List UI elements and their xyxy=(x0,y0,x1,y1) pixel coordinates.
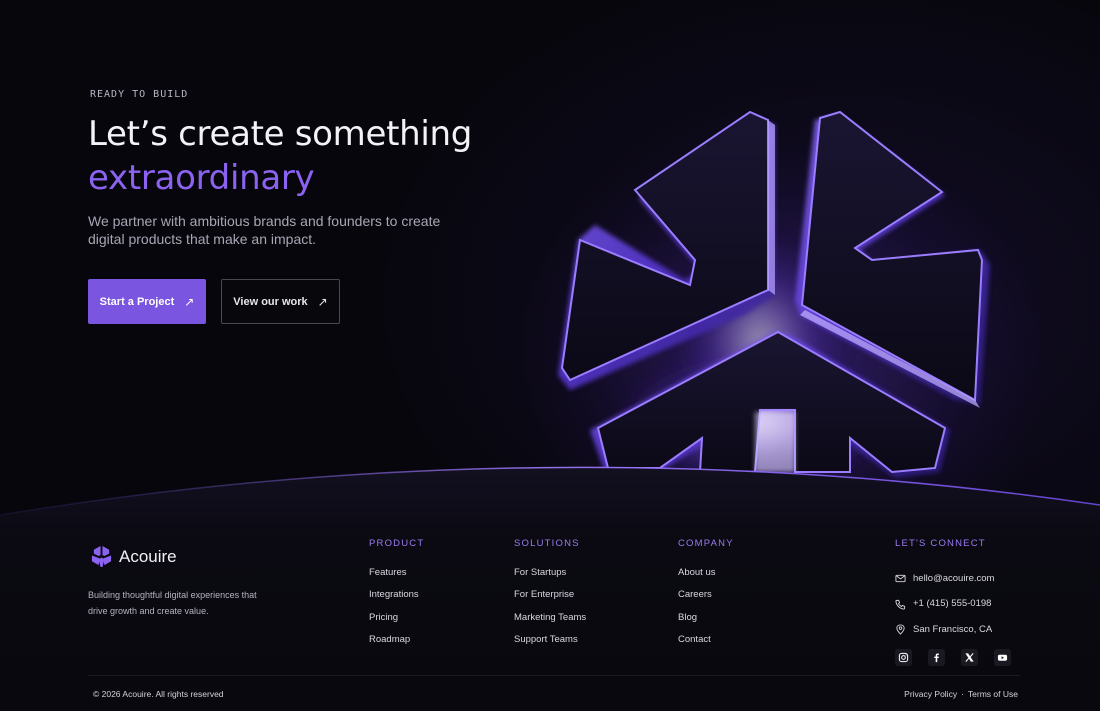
brand-name: Acouire xyxy=(119,546,177,566)
youtube-icon[interactable] xyxy=(994,648,1011,666)
footer-link-support-teams[interactable]: Support Teams xyxy=(514,633,586,655)
footer-link-for-startups[interactable]: For Startups xyxy=(514,566,586,588)
social-links xyxy=(895,648,1011,666)
copyright-text: © 2026 Acouire. All rights reserved xyxy=(93,689,224,699)
acouire-logo-icon xyxy=(91,545,112,568)
view-work-button[interactable]: View our work ↗ xyxy=(221,279,340,324)
footer-link-marketing-teams[interactable]: Marketing Teams xyxy=(514,611,586,633)
phone-text: +1 (415) 555-0198 xyxy=(913,598,992,610)
footer-link-pricing[interactable]: Pricing xyxy=(369,611,424,633)
footer-link-features[interactable]: Features xyxy=(369,566,424,588)
hero-eyebrow: READY TO BUILD xyxy=(90,89,189,100)
footer-link-roadmap[interactable]: Roadmap xyxy=(369,633,424,655)
column-title: LET'S CONNECT xyxy=(895,538,986,549)
headline-accent: extraordinary xyxy=(88,158,315,198)
footer-brand[interactable]: Acouire xyxy=(90,545,177,568)
arrow-up-right-icon: ↗ xyxy=(184,294,195,309)
footer-divider xyxy=(88,675,1020,676)
terms-of-use-link[interactable]: Terms of Use xyxy=(968,689,1018,699)
view-work-label: View our work xyxy=(233,295,308,308)
legal-separator: · xyxy=(961,689,964,699)
email-text: hello@acouire.com xyxy=(913,572,995,584)
column-title: COMPANY xyxy=(678,538,734,549)
brand-description: Building thoughtful digital experiences … xyxy=(88,590,257,616)
footer-link-about-us[interactable]: About us xyxy=(678,566,734,588)
column-title: PRODUCT xyxy=(369,538,425,549)
start-project-label: Start a Project xyxy=(99,295,175,308)
hero-headline: Let’s create something extraordinary xyxy=(88,112,472,200)
footer-link-contact[interactable]: Contact xyxy=(678,633,734,655)
phone-icon xyxy=(895,599,906,610)
legal-links: Privacy Policy · Terms of Use xyxy=(904,689,1018,699)
footer-column-solutions: SOLUTIONS For Startups For Enterprise Ma… xyxy=(514,538,586,655)
contact-location: San Francisco, CA xyxy=(895,617,1011,643)
footer-column-connect: LET'S CONNECT hello@acouire.com +1 (415)… xyxy=(895,538,1011,666)
footer-column-company: COMPANY About us Careers Blog Contact xyxy=(678,538,734,655)
contact-email[interactable]: hello@acouire.com xyxy=(895,566,1011,592)
arrow-up-right-icon: ↗ xyxy=(317,294,328,309)
privacy-policy-link[interactable]: Privacy Policy xyxy=(904,689,957,699)
facebook-icon[interactable] xyxy=(928,648,945,666)
glowing-logo-illustration xyxy=(558,110,990,480)
contact-phone[interactable]: +1 (415) 555-0198 xyxy=(895,592,1011,618)
hero-subcopy: We partner with ambitious brands and fou… xyxy=(88,213,441,247)
column-title: SOLUTIONS xyxy=(514,538,580,549)
headline-line: Let’s create something xyxy=(88,114,473,154)
start-project-button[interactable]: Start a Project ↗ xyxy=(88,279,206,324)
x-icon[interactable] xyxy=(961,648,978,666)
footer-link-for-enterprise[interactable]: For Enterprise xyxy=(514,588,586,610)
mail-icon xyxy=(895,575,906,583)
footer-link-integrations[interactable]: Integrations xyxy=(369,588,424,610)
footer-column-product: PRODUCT Features Integrations Pricing Ro… xyxy=(369,538,424,655)
instagram-icon[interactable] xyxy=(895,648,912,666)
footer-link-blog[interactable]: Blog xyxy=(678,611,734,633)
footer-link-careers[interactable]: Careers xyxy=(678,588,734,610)
location-text: San Francisco, CA xyxy=(913,623,993,635)
location-pin-icon xyxy=(896,624,905,635)
